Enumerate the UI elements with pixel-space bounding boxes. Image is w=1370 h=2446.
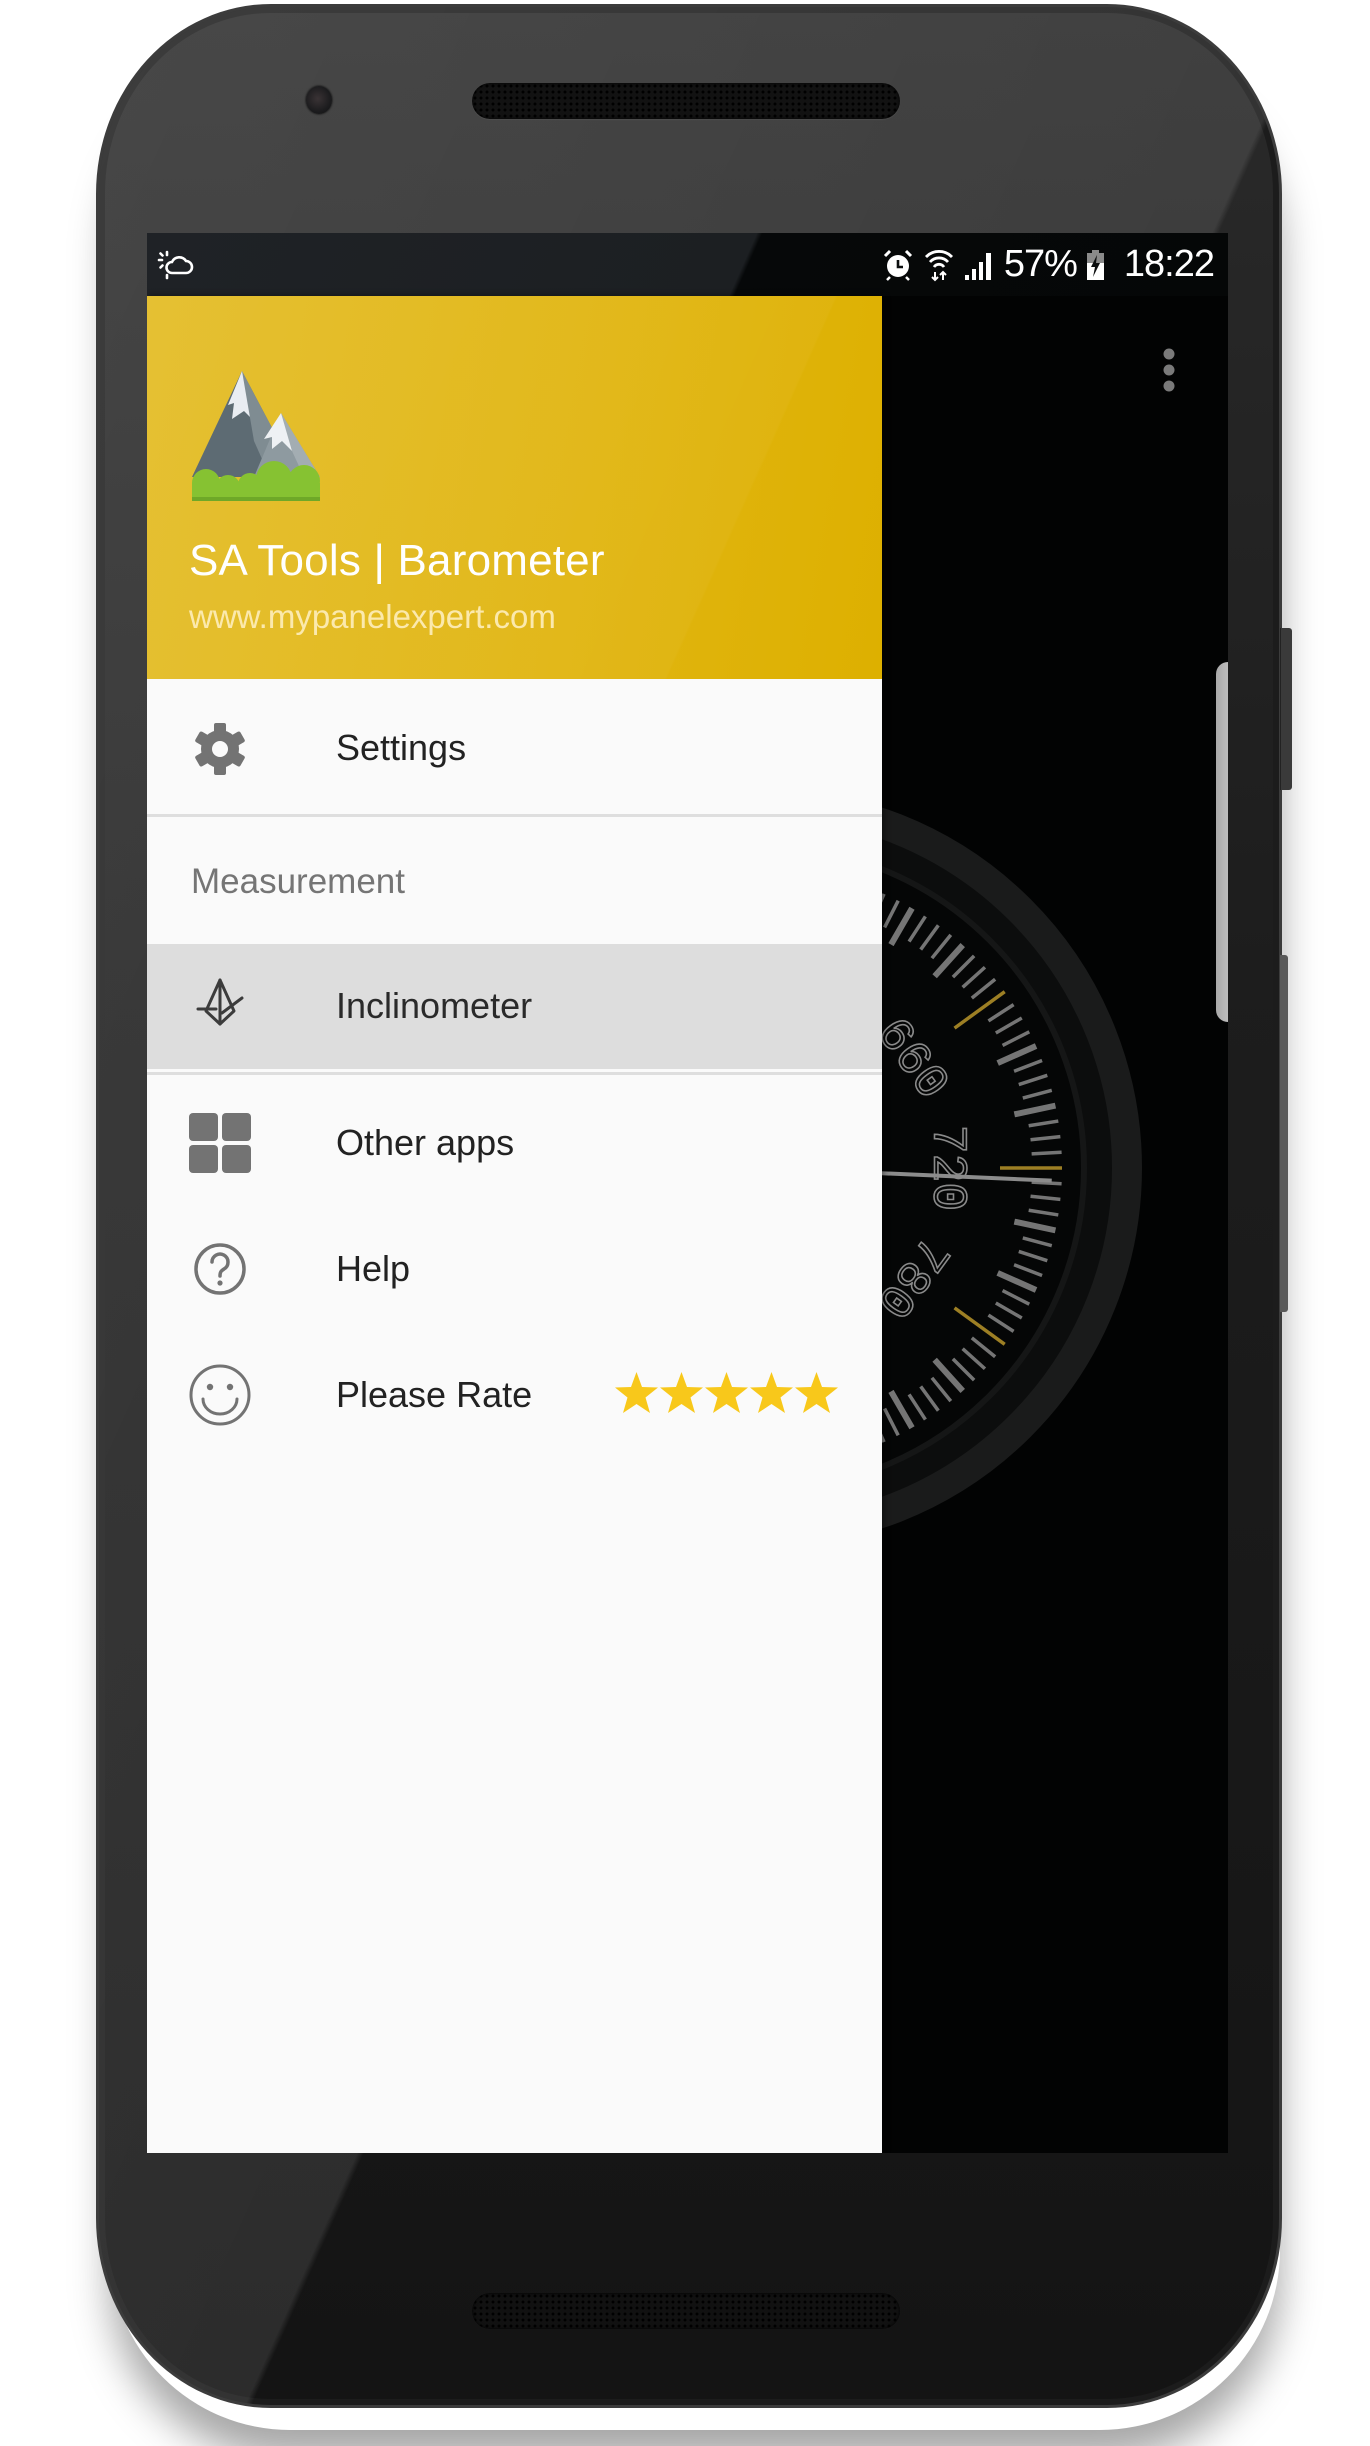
- minor-tick: [1031, 1150, 1062, 1156]
- clock: 18:22: [1123, 243, 1215, 285]
- drawer-header: SA Tools | Barometer www.mypanelexpert.c…: [147, 296, 882, 679]
- phone-screen: 660 720 780 57% 18:22 SA Tools | Baromet…: [147, 233, 1228, 2153]
- power-button: [1280, 628, 1292, 790]
- earpiece-speaker: [472, 83, 900, 119]
- star-filled-icon[interactable]: [749, 1371, 794, 1415]
- inclinometer-icon: [196, 978, 244, 1026]
- mountain-logo-icon: [192, 371, 320, 501]
- volume-button: [1280, 955, 1288, 1312]
- bottom-speaker: [472, 2293, 900, 2329]
- drawer-item-rate[interactable]: Please Rate: [147, 1331, 882, 1456]
- star-filled-icon[interactable]: [614, 1371, 659, 1415]
- drawer-item-label: Help: [336, 1248, 411, 1289]
- side-handle[interactable]: [1216, 662, 1228, 1022]
- drawer-item-label: Inclinometer: [336, 985, 533, 1026]
- divider: [147, 1072, 882, 1075]
- navigation-drawer: SA Tools | Barometer www.mypanelexpert.c…: [147, 296, 882, 2153]
- signal-icon: [964, 252, 991, 280]
- star-filled-icon[interactable]: [659, 1371, 704, 1415]
- status-icons: 57% 18:22: [882, 233, 1215, 296]
- rating-stars[interactable]: [614, 1371, 839, 1415]
- front-camera: [306, 86, 332, 114]
- app-website-link[interactable]: www.mypanelexpert.com: [189, 598, 556, 636]
- drawer-item-label: Other apps: [336, 1122, 515, 1163]
- drawer-item-inclinometer[interactable]: Inclinometer: [147, 944, 882, 1069]
- battery-charging-icon: [1086, 249, 1104, 280]
- gear-icon: [195, 723, 245, 775]
- app-title: SA Tools | Barometer: [189, 536, 605, 585]
- section-header-measurement: Measurement: [191, 862, 405, 901]
- drawer-item-label: Please Rate: [336, 1374, 533, 1415]
- gauge-label: 720: [919, 1125, 973, 1211]
- wifi-icon: [924, 249, 953, 281]
- weather-icon: [157, 250, 194, 280]
- drawer-item-label: Settings: [336, 727, 467, 768]
- alarm-icon: [883, 249, 912, 281]
- help-circle-icon: [194, 1243, 246, 1295]
- drawer-item-settings[interactable]: Settings: [147, 679, 882, 816]
- battery-percent: 57%: [1003, 243, 1078, 285]
- divider: [147, 814, 882, 817]
- status-bar: 57% 18:22: [147, 233, 1228, 296]
- more-vert-icon[interactable]: [1152, 340, 1186, 400]
- grid-icon: [189, 1113, 251, 1173]
- star-filled-icon[interactable]: [794, 1371, 839, 1415]
- drawer-item-other-apps[interactable]: Other apps: [147, 1081, 882, 1206]
- smiley-icon: [189, 1364, 251, 1426]
- drawer-item-help[interactable]: Help: [147, 1206, 882, 1331]
- star-filled-icon[interactable]: [704, 1371, 749, 1415]
